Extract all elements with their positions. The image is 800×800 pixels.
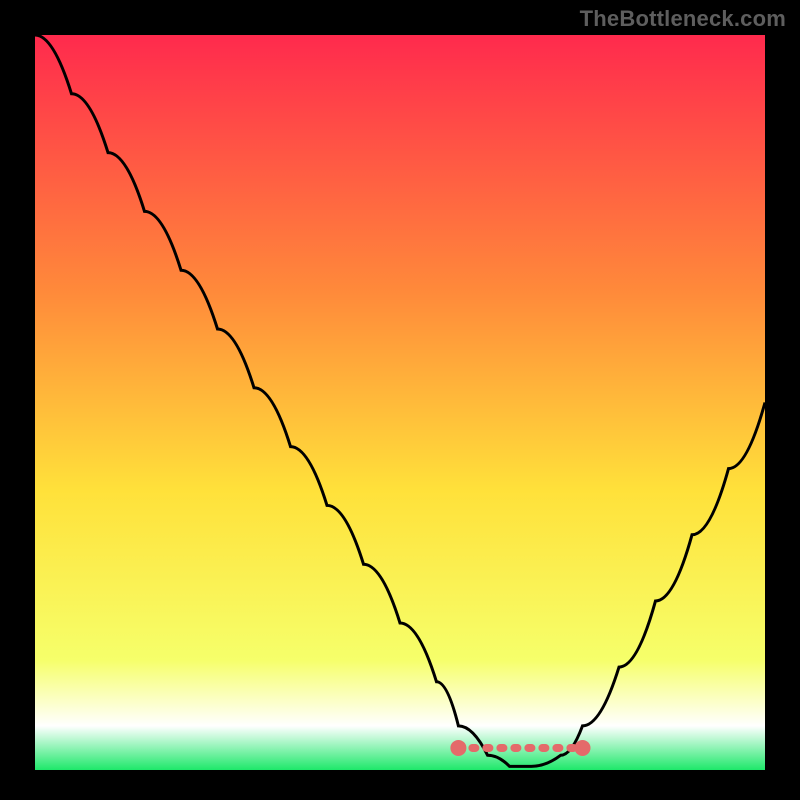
watermark-text: TheBottleneck.com [580, 6, 786, 32]
bottleneck-curve-chart [0, 0, 800, 800]
chart-container: { "watermark": "TheBottleneck.com", "col… [0, 0, 800, 800]
gradient-background [35, 35, 765, 770]
